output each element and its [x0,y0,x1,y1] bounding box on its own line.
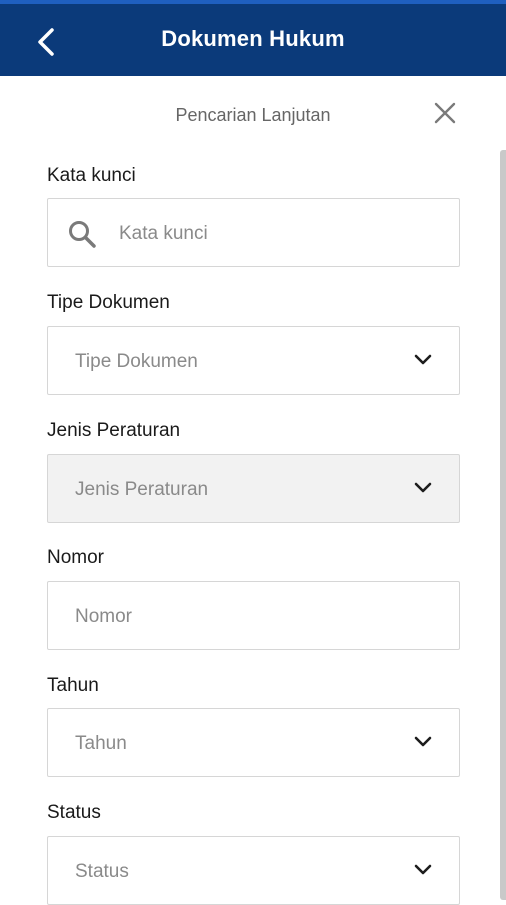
number-placeholder: Nomor [75,606,133,627]
chevron-down-icon [414,482,432,493]
keyword-input[interactable]: Kata kunci [47,198,460,267]
keyword-label: Kata kunci [47,165,136,186]
number-label: Nomor [47,547,105,568]
year-label: Tahun [47,675,99,696]
doc-type-placeholder: Tipe Dokumen [75,351,198,372]
number-input[interactable]: Nomor [47,581,460,650]
close-button[interactable] [430,98,460,128]
regulation-type-label: Jenis Peraturan [47,420,181,441]
status-label: Status [47,802,101,823]
year-placeholder: Tahun [75,733,127,754]
chevron-down-icon [414,864,432,875]
regulation-type-select[interactable]: Jenis Peraturan [47,454,460,523]
search-icon [69,221,96,248]
chevron-down-icon [414,354,432,365]
keyword-placeholder: Kata kunci [119,223,208,244]
year-select[interactable]: Tahun [47,708,460,777]
doc-type-select[interactable]: Tipe Dokumen [47,326,460,395]
scrollbar[interactable] [500,150,506,900]
status-placeholder: Status [75,861,129,882]
regulation-type-placeholder: Jenis Peraturan [75,479,209,500]
app-bar: Dokumen Hukum [0,0,506,76]
doc-type-label: Tipe Dokumen [47,292,170,313]
close-icon [434,102,456,124]
page-title: Dokumen Hukum [161,26,345,51]
status-select[interactable]: Status [47,836,460,905]
chevron-down-icon [414,736,432,747]
